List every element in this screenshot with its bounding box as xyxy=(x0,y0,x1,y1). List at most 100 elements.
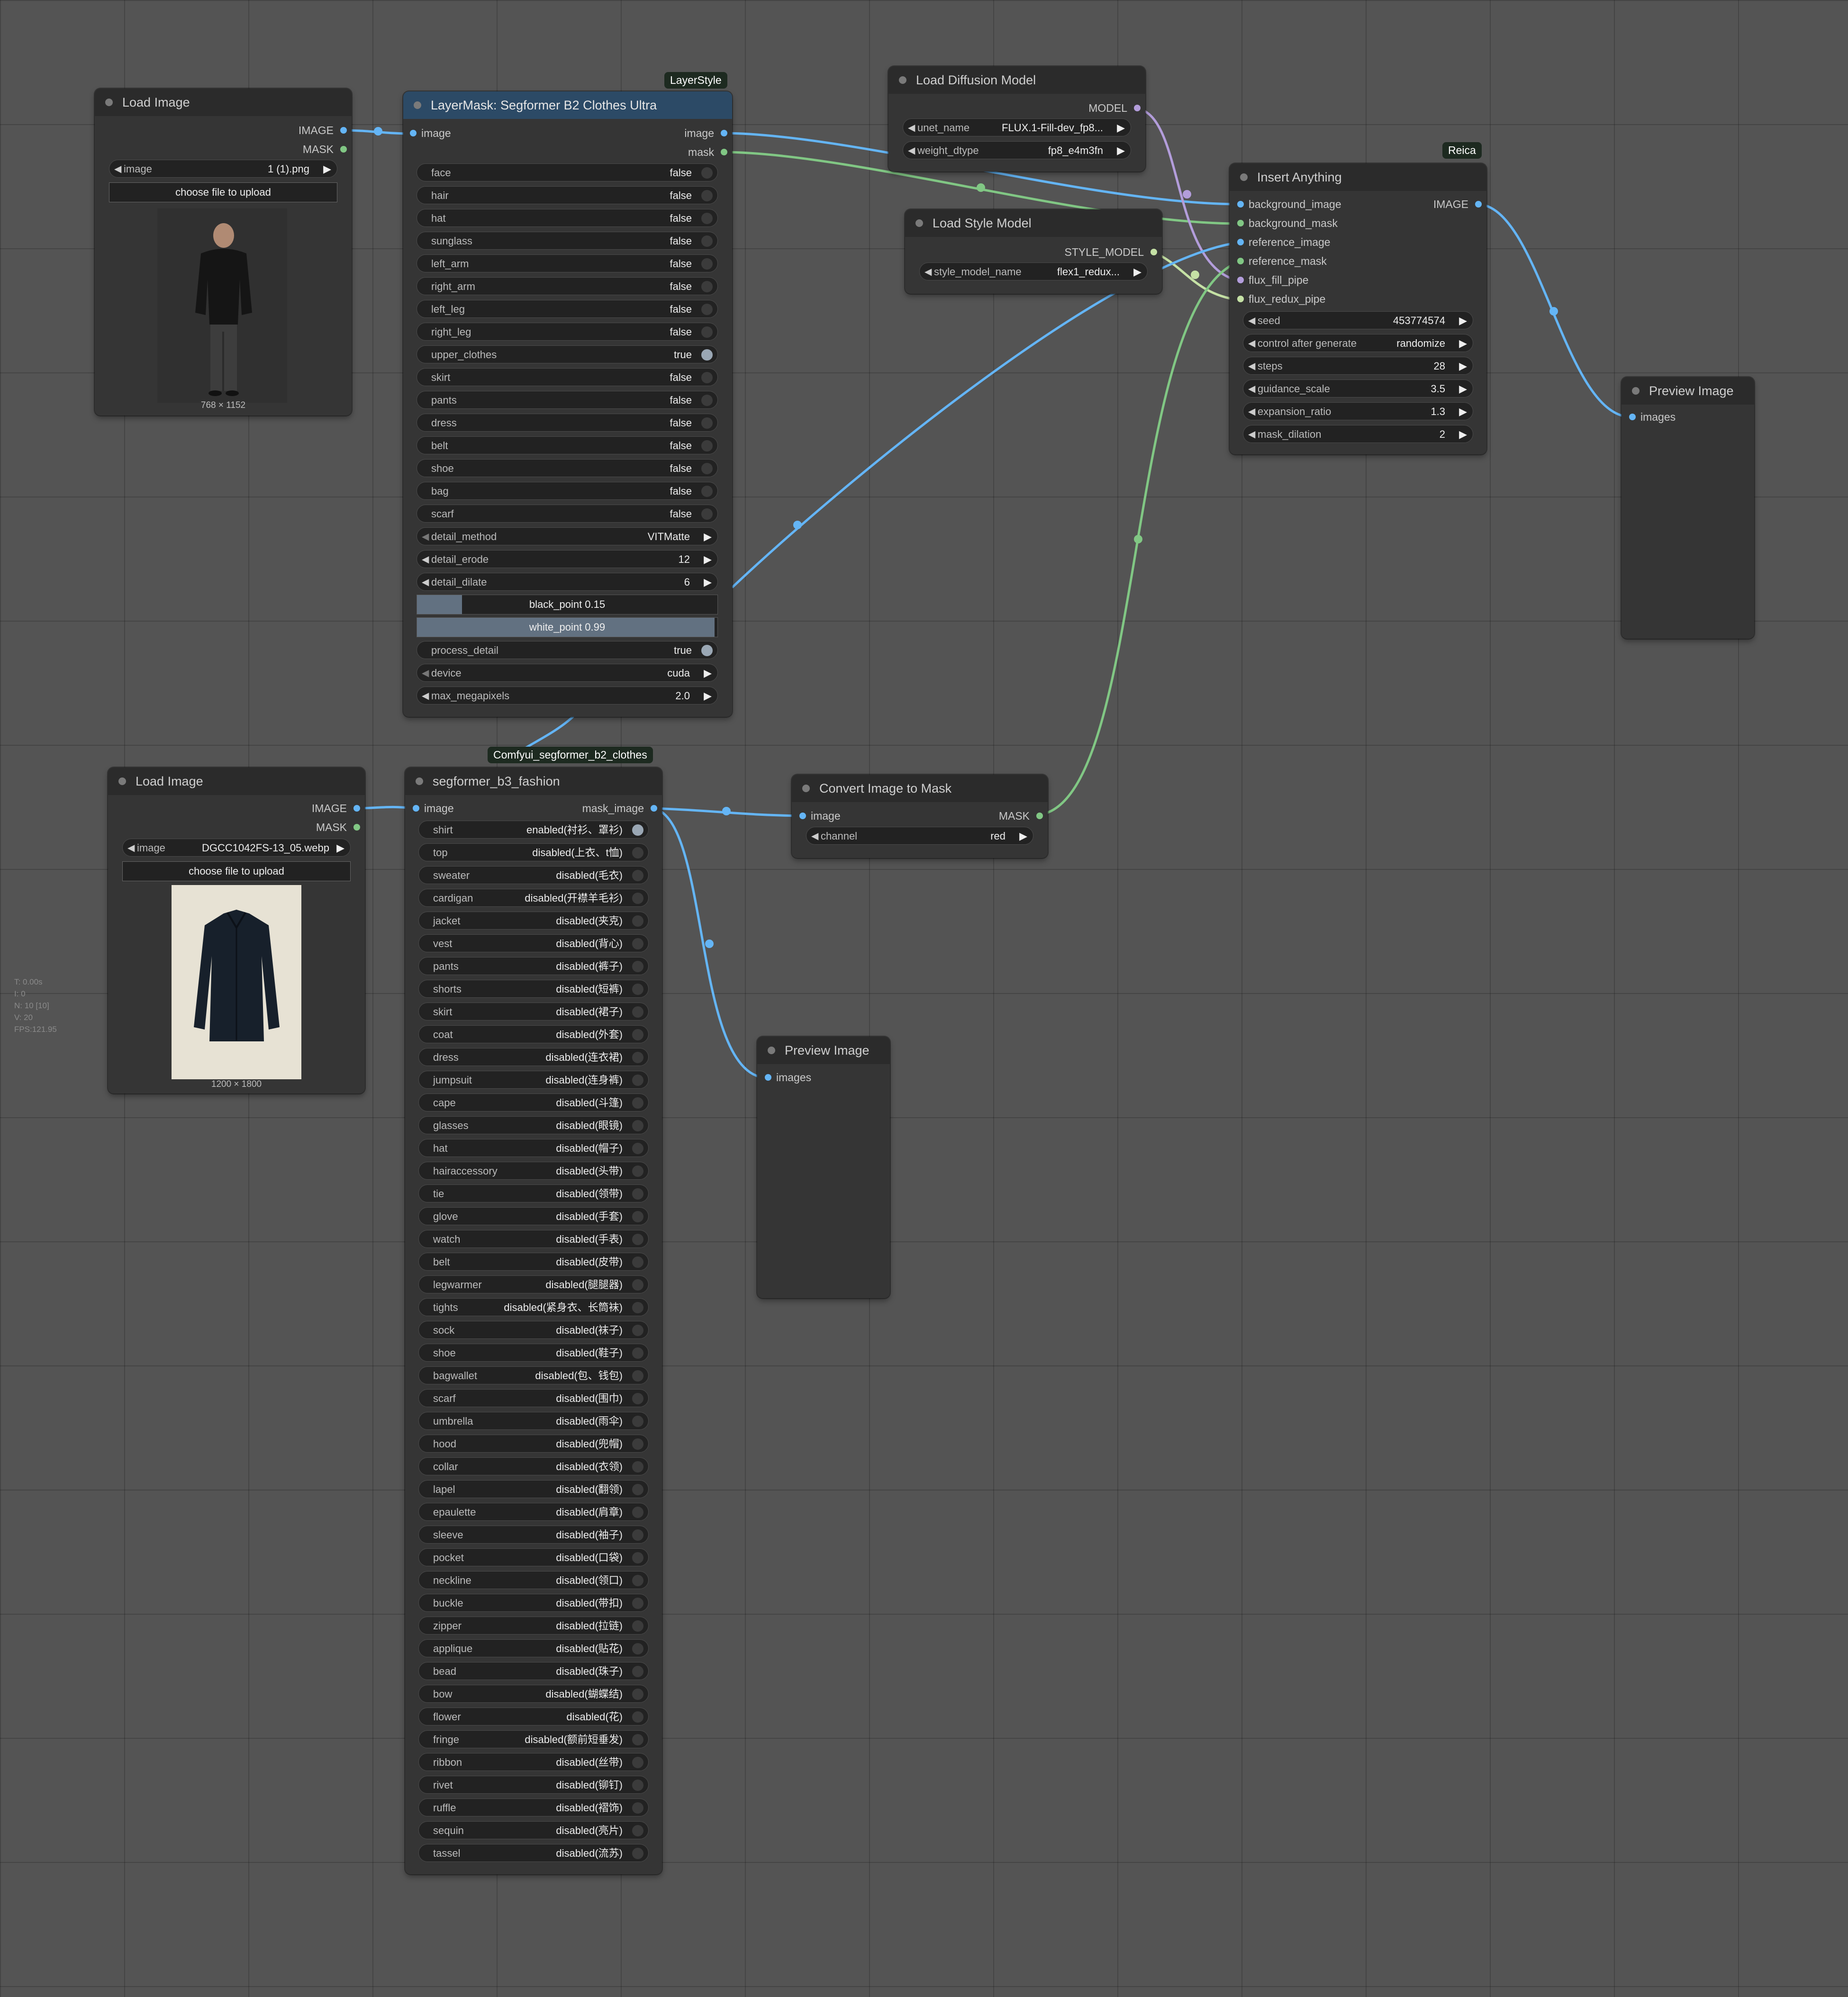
layermask-segformer-node[interactable]: LayerMask: Segformer B2 Clothes Ultra im… xyxy=(403,91,732,717)
toggle-knob-icon[interactable] xyxy=(701,258,713,270)
toggle-knob-icon[interactable] xyxy=(632,893,643,904)
toggle-sunglass[interactable]: sunglass false xyxy=(417,232,718,250)
arrow-left-icon[interactable]: ◀ xyxy=(422,687,429,704)
output-slot-icon[interactable] xyxy=(721,130,727,136)
node-graph-canvas[interactable]: Load Image IMAGE MASK ◀ image 1 (1).png … xyxy=(0,0,1848,1997)
arrow-left-icon[interactable]: ◀ xyxy=(422,664,429,681)
node-title[interactable]: Preview Image xyxy=(1622,377,1754,405)
toggle-knob-icon[interactable] xyxy=(632,1689,643,1700)
toggle-upper-clothes[interactable]: upper_clothes true xyxy=(417,345,718,363)
arrow-left-icon[interactable]: ◀ xyxy=(114,160,121,177)
toggle-knob-icon[interactable] xyxy=(632,1484,643,1495)
collapse-dot-icon[interactable] xyxy=(414,101,421,109)
toggle-knob-icon[interactable] xyxy=(632,1598,643,1609)
toggle-knob-icon[interactable] xyxy=(632,847,643,858)
toggle-knob-icon[interactable] xyxy=(632,1416,643,1427)
combo-detail-dilate[interactable]: ◀ detail_dilate 6 ▶ xyxy=(417,573,718,591)
toggle-knob-icon[interactable] xyxy=(632,1256,643,1268)
toggle-knob-icon[interactable] xyxy=(632,1120,643,1131)
combo-detail-method[interactable]: ◀ detail_method VITMatte ▶ xyxy=(417,527,718,545)
toggle-knob-icon[interactable] xyxy=(632,1166,643,1177)
toggle-applique[interactable]: applique disabled(贴花) xyxy=(418,1639,649,1657)
toggle-knob-icon[interactable] xyxy=(632,1507,643,1518)
toggle-dress[interactable]: dress disabled(连衣裙) xyxy=(418,1048,649,1066)
toggle-sleeve[interactable]: sleeve disabled(袖子) xyxy=(418,1526,649,1544)
arrow-right-icon[interactable]: ▶ xyxy=(704,551,712,568)
toggle-knob-icon[interactable] xyxy=(701,213,713,224)
output-slot-icon[interactable] xyxy=(1036,813,1043,819)
combo-device[interactable]: ◀ device cuda ▶ xyxy=(417,664,718,682)
combo-detail-erode[interactable]: ◀ detail_erode 12 ▶ xyxy=(417,550,718,568)
arrow-left-icon[interactable]: ◀ xyxy=(422,551,429,568)
collapse-dot-icon[interactable] xyxy=(118,777,126,785)
node-title[interactable]: LayerMask: Segformer B2 Clothes Ultra xyxy=(403,91,732,119)
toggle-knob-icon[interactable] xyxy=(632,1029,643,1040)
toggle-knob-icon[interactable] xyxy=(701,372,713,383)
toggle-shoe[interactable]: shoe false xyxy=(417,459,718,477)
toggle-bead[interactable]: bead disabled(珠子) xyxy=(418,1662,649,1680)
arrow-left-icon[interactable]: ◀ xyxy=(908,119,915,136)
image-combo[interactable]: ◀ image 1 (1).png ▶ xyxy=(109,160,337,178)
toggle-glasses[interactable]: glasses disabled(眼镜) xyxy=(418,1116,649,1134)
toggle-knob-icon[interactable] xyxy=(632,1552,643,1563)
output-mask[interactable]: MASK xyxy=(999,806,1043,825)
arrow-right-icon[interactable]: ▶ xyxy=(323,160,331,177)
node-title[interactable]: Load Style Model xyxy=(905,209,1162,237)
input-reference-mask[interactable]: reference_mask xyxy=(1237,252,1327,271)
toggle-knob-icon[interactable] xyxy=(632,1006,643,1018)
arrow-right-icon[interactable]: ▶ xyxy=(704,573,712,590)
widget-steps[interactable]: ◀ steps 28 ▶ xyxy=(1243,357,1473,375)
toggle-collar[interactable]: collar disabled(衣领) xyxy=(418,1457,649,1475)
toggle-knob-icon[interactable] xyxy=(701,463,713,474)
toggle-scarf[interactable]: scarf disabled(围巾) xyxy=(418,1389,649,1407)
toggle-knob-icon[interactable] xyxy=(632,1802,643,1814)
toggle-knob-icon[interactable] xyxy=(701,508,713,520)
input-slot-icon[interactable] xyxy=(1237,239,1244,245)
toggle-knob-icon[interactable] xyxy=(701,440,713,452)
load-style-model-node[interactable]: Load Style Model STYLE_MODEL ◀ style_mod… xyxy=(905,209,1162,294)
arrow-right-icon[interactable]: ▶ xyxy=(1133,263,1141,280)
toggle-knob-icon[interactable] xyxy=(632,1848,643,1859)
toggle-knob-icon[interactable] xyxy=(632,1188,643,1200)
toggle-knob-icon[interactable] xyxy=(701,167,713,179)
toggle-knob-icon[interactable] xyxy=(632,1529,643,1541)
toggle-skirt[interactable]: skirt false xyxy=(417,368,718,386)
toggle-neckline[interactable]: neckline disabled(领口) xyxy=(418,1571,649,1589)
toggle-knob-icon[interactable] xyxy=(632,1075,643,1086)
collapse-dot-icon[interactable] xyxy=(1240,173,1248,181)
toggle-zipper[interactable]: zipper disabled(拉链) xyxy=(418,1617,649,1635)
convert-image-to-mask-node[interactable]: Convert Image to Mask image MASK ◀ chann… xyxy=(792,775,1048,858)
output-slot-icon[interactable] xyxy=(340,127,347,134)
toggle-bow[interactable]: bow disabled(蝴蝶结) xyxy=(418,1685,649,1703)
arrow-left-icon[interactable]: ◀ xyxy=(422,573,429,590)
input-slot-icon[interactable] xyxy=(765,1074,771,1081)
input-slot-icon[interactable] xyxy=(413,805,419,812)
toggle-hat[interactable]: hat false xyxy=(417,209,718,227)
toggle-knob-icon[interactable] xyxy=(632,984,643,995)
weight-dtype-combo[interactable]: ◀ weight_dtype fp8_e4m3fn ▶ xyxy=(903,141,1131,159)
toggle-knob-icon[interactable] xyxy=(632,1780,643,1791)
toggle-knob-icon[interactable] xyxy=(632,1461,643,1473)
toggle-knob-icon[interactable] xyxy=(632,870,643,881)
widget-control-after-generate[interactable]: ◀ control after generate randomize ▶ xyxy=(1243,334,1473,352)
toggle-knob-icon[interactable] xyxy=(632,1052,643,1063)
toggle-knob-icon[interactable] xyxy=(632,1757,643,1768)
toggle-rivet[interactable]: rivet disabled(铆钉) xyxy=(418,1776,649,1794)
toggle-scarf[interactable]: scarf false xyxy=(417,505,718,523)
arrow-left-icon[interactable]: ◀ xyxy=(1248,425,1255,443)
toggle-sock[interactable]: sock disabled(袜子) xyxy=(418,1321,649,1339)
toggle-left-arm[interactable]: left_arm false xyxy=(417,254,718,272)
arrow-right-icon[interactable]: ▶ xyxy=(1459,425,1467,443)
input-image[interactable]: image xyxy=(410,124,451,143)
toggle-pocket[interactable]: pocket disabled(口袋) xyxy=(418,1548,649,1566)
output-slot-icon[interactable] xyxy=(1475,201,1482,208)
output-slot-icon[interactable] xyxy=(651,805,657,812)
arrow-right-icon[interactable]: ▶ xyxy=(1459,312,1467,329)
load-diffusion-model-node[interactable]: Load Diffusion Model MODEL ◀ unet_name F… xyxy=(888,66,1145,172)
toggle-face[interactable]: face false xyxy=(417,163,718,181)
toggle-knob-icon[interactable] xyxy=(701,190,713,201)
toggle-left-leg[interactable]: left_leg false xyxy=(417,300,718,318)
toggle-knob-icon[interactable] xyxy=(701,395,713,406)
output-slot-icon[interactable] xyxy=(1150,249,1157,255)
toggle-cape[interactable]: cape disabled(斗篷) xyxy=(418,1093,649,1111)
